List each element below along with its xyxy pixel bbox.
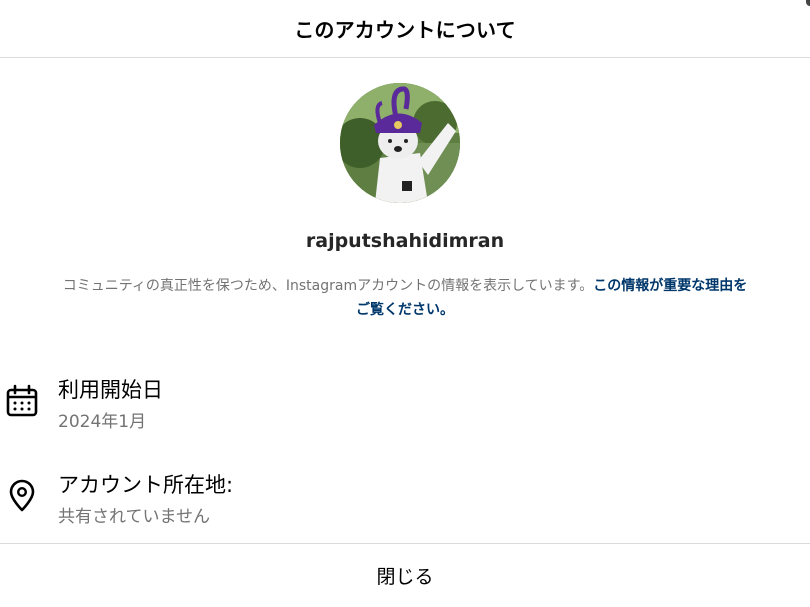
why-important-link-continued[interactable]: ご覧ください。	[356, 302, 454, 318]
account-location-row: アカウント所在地: 共有されていません	[0, 467, 810, 527]
close-button[interactable]: 閉じる	[0, 543, 810, 607]
about-account-dialog: このアカウントについて rajputshahidimran コミュニティの真正性…	[0, 0, 810, 607]
account-location-value: 共有されていません	[58, 507, 210, 527]
joined-date-row: 利用開始日 2024年1月	[0, 372, 810, 432]
account-location-label: アカウント所在地:	[58, 473, 234, 497]
dialog-header: このアカウントについて	[0, 0, 810, 58]
profile-username: rajputshahidimran	[305, 230, 505, 252]
profile-avatar	[340, 83, 460, 203]
close-button-label: 閉じる	[376, 566, 434, 588]
avatar-image	[340, 83, 460, 203]
description-text: コミュニティの真正性を保つため、Instagramアカウントの情報を表示していま…	[62, 278, 594, 294]
calendar-icon	[5, 384, 39, 418]
joined-date-value: 2024年1月	[58, 412, 147, 432]
account-info-description: コミュニティの真正性を保つため、Instagramアカウントの情報を表示していま…	[20, 274, 790, 322]
window-corner	[806, 0, 810, 6]
why-important-link[interactable]: この情報が重要な理由を	[593, 278, 747, 294]
location-pin-icon	[5, 479, 39, 513]
dialog-title: このアカウントについて	[294, 18, 516, 42]
joined-date-label: 利用開始日	[58, 378, 163, 402]
